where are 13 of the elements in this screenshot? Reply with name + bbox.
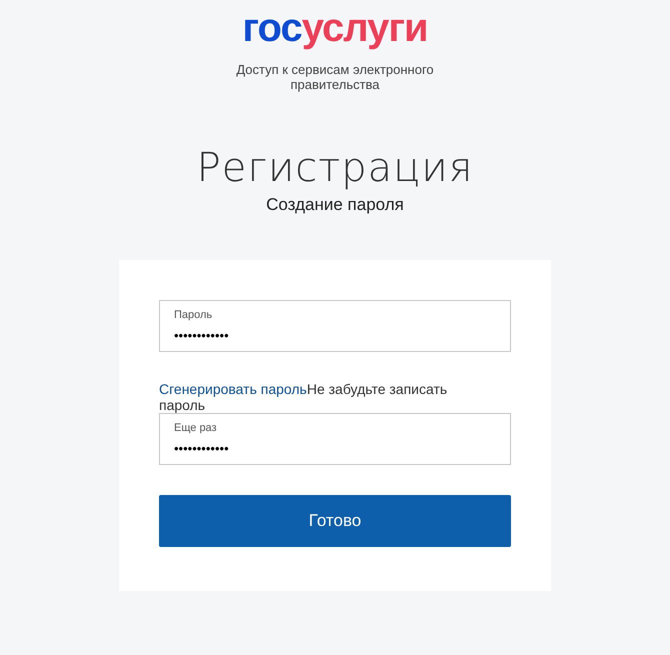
tagline: Доступ к сервисам электронного правительства: [235, 62, 435, 92]
page-title: Регистрация: [196, 144, 474, 192]
password-input[interactable]: ••••••••••••: [174, 439, 294, 458]
logo: госуслуги: [242, 5, 428, 52]
field-label: Еще раз: [174, 421, 218, 435]
field-label: Пароль: [174, 308, 214, 322]
password-hint: Сгенерировать парольНе забудьте записать пароль: [159, 381, 448, 413]
page-subtitle: Создание пароля: [266, 194, 404, 216]
password-field[interactable]: Еще раз ••••••••••••: [159, 413, 511, 465]
password-field[interactable]: Пароль ••••••••••••: [159, 300, 511, 352]
submit-button[interactable]: Готово: [159, 495, 511, 547]
generate-password-link[interactable]: Сгенерировать пароль: [159, 381, 307, 397]
password-input[interactable]: ••••••••••••: [174, 326, 294, 346]
